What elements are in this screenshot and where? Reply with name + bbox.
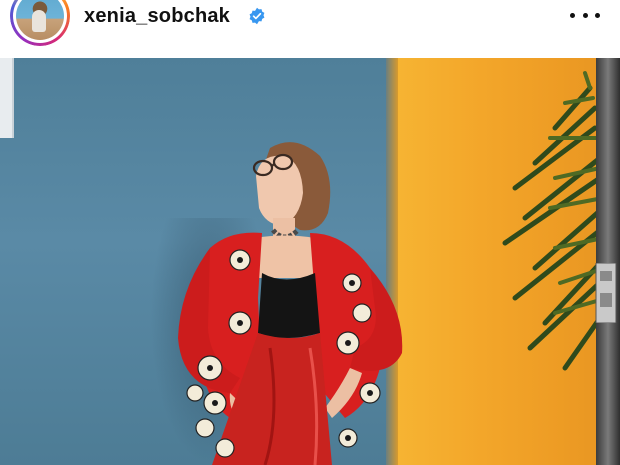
post-image[interactable] (0, 58, 620, 465)
more-options-button[interactable] (570, 4, 600, 26)
profile-avatar[interactable] (10, 0, 70, 46)
more-horizontal-icon (570, 12, 575, 18)
stand-clamp (595, 263, 617, 323)
wall-frame (0, 58, 14, 138)
username-link[interactable]: xenia_sobchak (84, 3, 230, 29)
person-figure (178, 142, 403, 465)
verified-badge-icon (249, 7, 265, 25)
light-stand (596, 58, 620, 465)
post-header: xenia_sobchak (0, 0, 620, 58)
